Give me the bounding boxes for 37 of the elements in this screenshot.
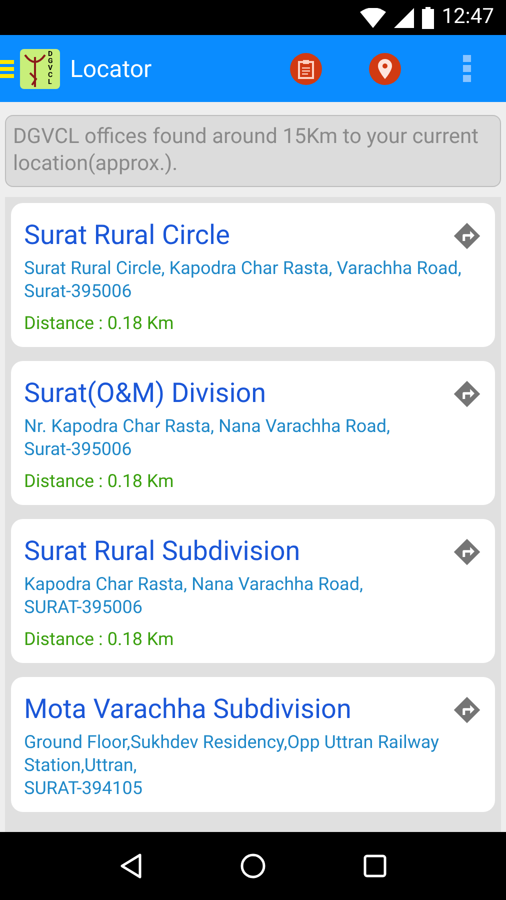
- office-address: Nr. Kapodra Char Rasta, Nana Varachha Road,: [24, 415, 392, 438]
- directions-icon[interactable]: [452, 695, 482, 725]
- office-address: Surat-395006: [24, 438, 133, 461]
- battery-icon: [422, 6, 434, 28]
- clipboard-icon: [298, 58, 314, 78]
- notice-banner: DGVCL offices found around 15Km to your current location(approx.).: [5, 115, 501, 187]
- home-icon[interactable]: [240, 853, 266, 879]
- menu-icon[interactable]: [0, 58, 14, 80]
- wifi-icon: [360, 8, 386, 28]
- office-card[interactable]: Surat Rural Circle Surat Rural Circle, Kapodra Char Rasta, Varachha Road, Surat-395006 Distance : 0.18 Km: [11, 203, 495, 347]
- office-distance: Distance : 0.18 Km: [24, 313, 175, 335]
- directions-icon[interactable]: [452, 221, 482, 251]
- office-card[interactable]: Surat(O&M) Division Nr. Kapodra Char Rasta, Nana Varachha Road, Surat-395006 Distance : 0.18 Km: [11, 361, 495, 505]
- office-address: Surat-395006: [24, 280, 133, 303]
- directions-icon[interactable]: [452, 537, 482, 567]
- back-icon[interactable]: [118, 853, 143, 879]
- office-address: Surat Rural Circle, Kapodra Char Rasta, Varachha Road,: [24, 257, 462, 280]
- recents-icon[interactable]: [363, 854, 388, 878]
- office-card[interactable]: Surat Rural Subdivision Kapodra Char Rasta, Nana Varachha Road, SURAT-395006 Distance : 0.18 Km: [11, 519, 495, 663]
- location-button[interactable]: [369, 52, 401, 84]
- app-title: Locator: [70, 54, 152, 84]
- office-address: SURAT-394105: [24, 777, 144, 800]
- map-pin-icon: [378, 58, 392, 78]
- office-address: Kapodra Char Rasta, Nana Varachha Road,: [24, 573, 364, 596]
- office-name: Surat Rural Subdivision: [24, 534, 300, 569]
- office-name: Mota Varachha Subdivision: [24, 692, 352, 727]
- office-address: SURAT-395006: [24, 596, 144, 619]
- clock: 12:47: [442, 4, 494, 31]
- office-address: Ground Floor,Sukhdev Residency,Opp Uttran Railway Station,Uttran,: [24, 731, 440, 777]
- clipboard-button[interactable]: [290, 52, 322, 84]
- office-distance: Distance : 0.18 Km: [24, 629, 175, 651]
- office-distance: Distance : 0.18 Km: [24, 471, 175, 493]
- directions-icon[interactable]: [452, 379, 482, 409]
- signal-icon: [394, 8, 414, 28]
- office-name: Surat Rural Circle: [24, 218, 230, 253]
- office-card[interactable]: Mota Varachha Subdivision Ground Floor,Sukhdev Residency,Opp Uttran Railway Station,Uttran, SURAT-394105: [11, 677, 495, 812]
- office-name: Surat(O&M) Division: [24, 376, 266, 411]
